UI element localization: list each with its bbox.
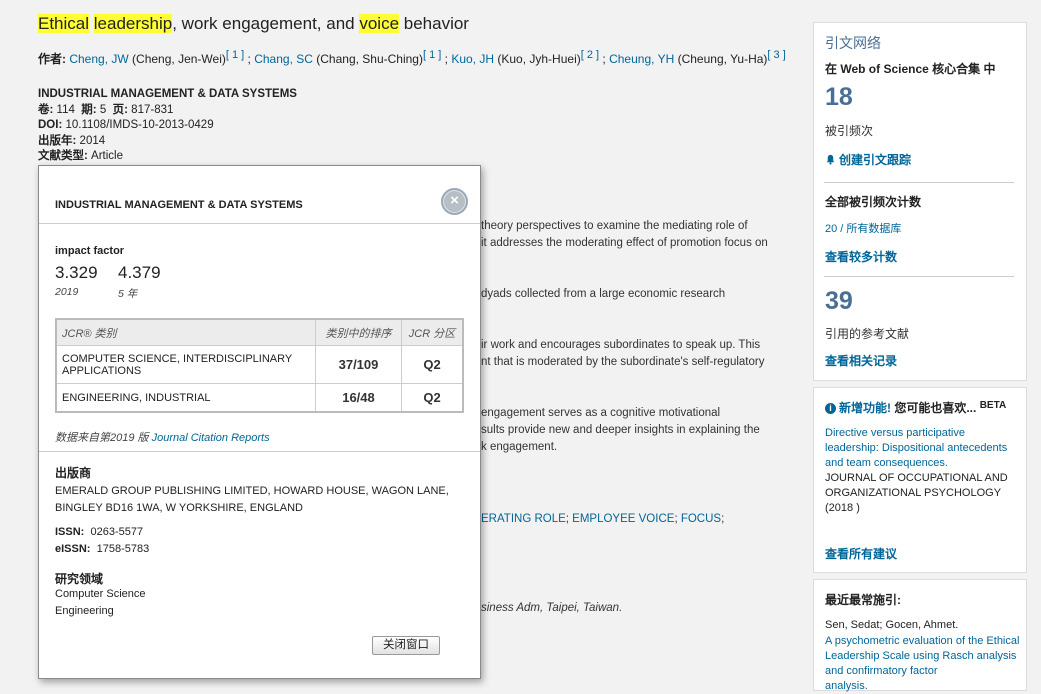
- volume-issue-pages: 卷: 114 期: 5 页: 817-831: [38, 103, 174, 116]
- abstract-text: nt that is moderated by the subordinate'…: [481, 356, 765, 368]
- jcr-category: ENGINEERING, INDUSTRIAL: [55, 383, 316, 413]
- citation-network-title: 引文网络: [825, 35, 881, 51]
- divider: [39, 223, 480, 224]
- jcr-link[interactable]: Journal Citation Reports: [152, 432, 270, 444]
- journal-name: INDUSTRIAL MANAGEMENT & DATA SYSTEMS: [38, 88, 297, 100]
- all-counts-label: 全部被引频次计数: [825, 195, 922, 209]
- research-areas-label: 研究领域: [55, 572, 104, 586]
- abstract-text: sults provide new and deeper insights in…: [481, 424, 760, 436]
- citing-authors: Sen, Sedat; Gocen, Ahmet.: [825, 619, 959, 631]
- keyword-link[interactable]: FOCUS: [681, 513, 721, 525]
- beta-badge: BETA: [979, 400, 1007, 411]
- author-link[interactable]: Kuo, JH: [451, 52, 494, 66]
- title-highlight: leadership: [93, 14, 173, 33]
- journal-info-popup: INDUSTRIAL MANAGEMENT & DATA SYSTEMS × i…: [38, 165, 481, 679]
- collection-subtitle: 在 Web of Science 核心合集 中: [825, 62, 996, 76]
- research-area: Engineering: [55, 605, 114, 617]
- times-cited-label: 被引频次: [825, 124, 874, 138]
- divider: [824, 276, 1014, 277]
- recommendation-item: Directive versus participative leadershi…: [825, 426, 1020, 516]
- issn-line: ISSN: 0263-5577: [55, 526, 144, 538]
- abstract-text: dyads collected from a large economic re…: [481, 288, 726, 300]
- jcr-quartile: Q2: [401, 345, 464, 384]
- close-icon[interactable]: ×: [441, 188, 468, 215]
- see-all-recommendations-link[interactable]: 查看所有建议: [825, 545, 897, 562]
- author-link[interactable]: Cheung, YH: [609, 52, 674, 66]
- author-link[interactable]: Cheng, JW: [69, 52, 128, 66]
- affiliation-ref[interactable]: [ 1 ]: [423, 49, 441, 61]
- recommendation-year: (2018 ): [825, 502, 860, 514]
- impact-factor-period: 2019: [55, 286, 79, 298]
- eissn-line: eISSN: 1758-5783: [55, 543, 150, 555]
- jcr-source: 数据来自第2019 版 Journal Citation Reports: [55, 432, 270, 444]
- recommendation-journal: JOURNAL OF OCCUPATIONAL AND ORGANIZATION…: [825, 472, 1008, 499]
- keywords-line: ERATING ROLE; EMPLOYEE VOICE; FOCUS;: [481, 513, 725, 525]
- jcr-category: COMPUTER SCIENCE, INTERDISCIPLINARY APPL…: [55, 345, 316, 384]
- new-feature-title: i 新增功能! 您可能也喜欢... BETA: [825, 399, 1006, 416]
- publisher-label: 出版商: [55, 466, 92, 480]
- title-highlight: Ethical: [38, 14, 90, 33]
- jcr-row: ENGINEERING, INDUSTRIAL 16/48 Q2: [55, 383, 464, 413]
- info-icon: i: [825, 403, 836, 414]
- keyword-link[interactable]: ERATING ROLE: [481, 513, 566, 525]
- recommendations-panel: i 新增功能! 您可能也喜欢... BETA Directive versus p…: [813, 387, 1027, 573]
- title-highlight: voice: [359, 14, 400, 33]
- abstract-text: ir work and encourages subordinates to s…: [481, 339, 761, 351]
- affiliation-ref[interactable]: [ 3 ]: [767, 49, 785, 61]
- most-recent-citing-panel: 最近最常施引: Sen, Sedat; Gocen, Ahmet. A psyc…: [813, 579, 1027, 694]
- jcr-rank: 16/48: [315, 383, 402, 413]
- impact-factor-label: impact factor: [55, 245, 125, 257]
- references-count[interactable]: 39: [825, 287, 853, 316]
- close-window-button[interactable]: 关闭窗口: [372, 636, 440, 655]
- references-label: 引用的参考文献: [825, 327, 910, 341]
- abstract-text: engagement serves as a cognitive motivat…: [481, 407, 721, 419]
- citing-article-link-cut[interactable]: analysis.: [825, 679, 868, 694]
- source-info: INDUSTRIAL MANAGEMENT & DATA SYSTEMS 卷: …: [38, 87, 297, 165]
- address-text: siness Adm, Taipei, Taiwan.: [481, 602, 623, 614]
- citation-network-panel: 引文网络 在 Web of Science 核心合集 中 18 被引频次 创建引…: [813, 22, 1027, 381]
- divider: [824, 182, 1014, 183]
- jcr-table: JCR® 类别 类别中的排序 JCR 分区 COMPUTER SCIENCE, …: [55, 318, 464, 413]
- recent-citing-title: 最近最常施引:: [825, 593, 901, 607]
- divider: [39, 451, 480, 452]
- authors-line: 作者: Cheng, JW (Cheng, Jen-Wei)[ 1 ] ; Ch…: [38, 49, 786, 66]
- impact-factor-value: 3.329: [55, 263, 98, 282]
- affiliation-ref[interactable]: [ 1 ]: [226, 49, 244, 61]
- times-cited-count[interactable]: 18: [825, 83, 853, 112]
- jcr-quartile: Q2: [401, 383, 464, 413]
- doctype-line: 文献类型: Article: [38, 150, 123, 162]
- impact-factor-value: 4.379: [118, 263, 161, 282]
- record-title: Ethical leadership, work engagement, and…: [38, 14, 469, 33]
- jcr-header: JCR® 类别: [55, 318, 316, 346]
- more-counts-link[interactable]: 查看较多计数: [825, 248, 897, 265]
- affiliation-ref[interactable]: [ 2 ]: [581, 49, 599, 61]
- research-area: Computer Science: [55, 588, 146, 600]
- jcr-rank: 37/109: [315, 345, 402, 384]
- author-link[interactable]: Chang, SC: [254, 52, 313, 66]
- keyword-link[interactable]: EMPLOYEE VOICE: [572, 513, 674, 525]
- jcr-row: COMPUTER SCIENCE, INTERDISCIPLINARY APPL…: [55, 345, 464, 384]
- popup-journal-title: INDUSTRIAL MANAGEMENT & DATA SYSTEMS: [55, 199, 303, 211]
- impact-factor-period: 5 年: [118, 288, 138, 300]
- doi-line: DOI: 10.1108/IMDS-10-2013-0429: [38, 119, 214, 131]
- related-records-link[interactable]: 查看相关记录: [825, 352, 897, 369]
- bell-icon: [826, 154, 835, 165]
- citing-article-link[interactable]: A psychometric evaluation of the Ethical…: [825, 634, 1020, 679]
- authors-label: 作者:: [38, 52, 66, 66]
- jcr-header: JCR 分区: [401, 318, 464, 346]
- abstract-text: theory perspectives to examine the media…: [481, 220, 748, 232]
- abstract-text: it addresses the moderating effect of pr…: [481, 237, 768, 249]
- publisher-value: EMERALD GROUP PUBLISHING LIMITED, HOWARD…: [55, 485, 449, 514]
- abstract-text: k engagement.: [481, 441, 558, 453]
- recommendation-link[interactable]: Directive versus participative leadershi…: [825, 426, 1020, 471]
- create-alert-link[interactable]: 创建引文跟踪: [825, 151, 911, 168]
- jcr-header: 类别中的排序: [315, 318, 402, 346]
- all-databases-count[interactable]: 20 / 所有数据库: [825, 222, 901, 233]
- year-line: 出版年: 2014: [38, 134, 106, 147]
- jcr-header-row: JCR® 类别 类别中的排序 JCR 分区: [55, 318, 464, 346]
